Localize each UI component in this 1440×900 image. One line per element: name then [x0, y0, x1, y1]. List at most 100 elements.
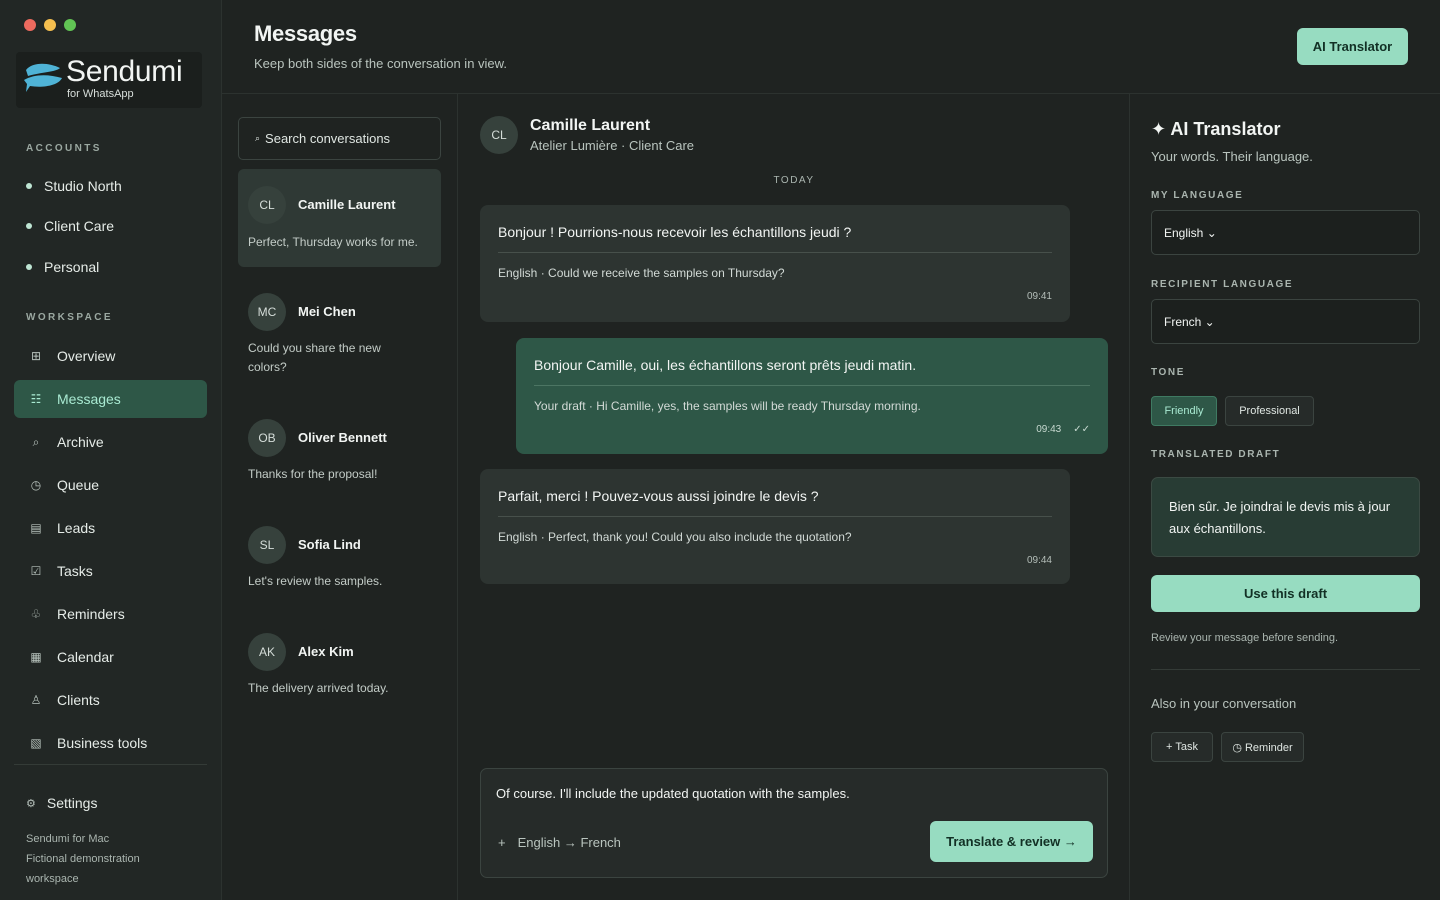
zoom-window-button[interactable]	[64, 19, 76, 31]
add-reminder-button[interactable]: ◷ Reminder	[1221, 732, 1304, 762]
accounts-section-label: ACCOUNTS	[26, 143, 102, 154]
chat-pane: CL Camille Laurent Atelier Lumière · Cli…	[458, 94, 1130, 900]
search-icon: ⌕	[255, 133, 261, 143]
message-composer[interactable]: Of course. I'll include the updated quot…	[480, 768, 1108, 878]
conversation-item-sofia-lind[interactable]: SL Sofia Lind Let's review the samples.	[238, 509, 441, 609]
page-header: Messages Keep both sides of the conversa…	[222, 0, 1440, 94]
avatar: MC	[248, 293, 286, 331]
message-text: Parfait, merci ! Pouvez-vous aussi joind…	[498, 488, 819, 504]
my-language-label: MY LANGUAGE	[1151, 190, 1244, 201]
nav-item-overview[interactable]: ⊞ Overview	[14, 337, 207, 375]
conversation-preview: Let's review the samples.	[248, 574, 383, 588]
account-dot-icon	[26, 264, 32, 270]
conversation-item-alex-kim[interactable]: AK Alex Kim The delivery arrived today.	[238, 616, 441, 716]
account-label: Client Care	[44, 218, 115, 234]
avatar: AK	[248, 633, 286, 671]
conversation-name: Alex Kim	[298, 644, 354, 659]
nav-label: Messages	[57, 391, 121, 407]
close-window-button[interactable]	[24, 19, 36, 31]
account-studio-north[interactable]: Studio North	[26, 176, 122, 196]
translated-draft-box: Bien sûr. Je joindrai le devis mis à jou…	[1151, 477, 1420, 557]
message-bubble-incoming: Parfait, merci ! Pouvez-vous aussi joind…	[480, 469, 1070, 584]
nav-item-messages[interactable]: ☷ Messages	[14, 380, 207, 418]
conversation-item-camille-laurent[interactable]: CL Camille Laurent Perfect, Thursday wor…	[238, 169, 441, 267]
ai-translator-panel: ✦ AI Translator Your words. Their langua…	[1131, 94, 1440, 900]
calendar-icon: ▦	[30, 650, 42, 664]
nav-label: Business tools	[57, 735, 148, 751]
panel-subtitle: Your words. Their language.	[1151, 149, 1313, 164]
translate-review-button[interactable]: Translate & review →	[930, 821, 1093, 862]
message-time: 09:43	[1036, 424, 1062, 435]
also-in-conversation-label: Also in your conversation	[1151, 696, 1297, 711]
message-divider	[534, 385, 1090, 386]
nav-label: Queue	[57, 477, 100, 493]
sidebar-divider	[14, 764, 207, 765]
message-divider	[498, 516, 1052, 517]
language-pair-label: English → French	[517, 835, 621, 850]
conversation-item-mei-chen[interactable]: MC Mei Chen Could you share the new colo…	[238, 276, 441, 386]
add-attachment-icon[interactable]: +	[498, 835, 506, 850]
account-personal[interactable]: Personal	[26, 257, 99, 277]
workspace-section-label: WORKSPACE	[26, 312, 113, 323]
account-label: Personal	[44, 259, 100, 275]
checkbox-icon: ☑	[30, 564, 42, 578]
panel-divider	[1151, 669, 1420, 670]
minimize-window-button[interactable]	[44, 19, 56, 31]
conversation-list: ⌕ Search conversations CL Camille Lauren…	[222, 94, 458, 900]
app-name: Sendumi	[66, 55, 183, 88]
avatar: CL	[248, 186, 286, 224]
panel-title: ✦ AI Translator	[1151, 119, 1281, 139]
contact-meta: Atelier Lumière · Client Care	[530, 138, 695, 153]
person-icon: ♙	[30, 693, 42, 707]
nav-item-reminders[interactable]: ♧ Reminders	[14, 595, 207, 633]
nav-item-queue[interactable]: ◷ Queue	[14, 466, 207, 504]
nav-item-business-tools[interactable]: ▧ Business tools	[14, 724, 207, 762]
conversation-preview: Thanks for the proposal!	[248, 467, 378, 481]
gear-icon: ⚙	[26, 797, 36, 810]
my-language-select[interactable]: English ⌄	[1151, 210, 1420, 255]
nav-item-calendar[interactable]: ▦ Calendar	[14, 638, 207, 676]
read-receipt-icon: ✓✓	[1073, 424, 1090, 435]
conversation-name: Oliver Bennett	[298, 430, 387, 445]
tone-label: TONE	[1151, 367, 1185, 378]
nav-label: Calendar	[57, 649, 114, 665]
tone-professional-button[interactable]: Professional	[1225, 396, 1314, 426]
composer-input[interactable]: Of course. I'll include the updated quot…	[496, 786, 850, 801]
use-draft-button[interactable]: Use this draft	[1151, 575, 1420, 612]
clock-icon: ◷	[30, 478, 42, 492]
message-translation: English · Could we receive the samples o…	[498, 266, 785, 280]
composer-language-pair[interactable]: + English → French	[498, 835, 621, 850]
tools-icon: ▧	[30, 736, 42, 750]
ai-translator-button[interactable]: AI Translator	[1297, 28, 1408, 65]
recipient-language-select[interactable]: French ⌄	[1151, 299, 1420, 344]
avatar: OB	[248, 419, 286, 457]
window-controls	[24, 19, 76, 31]
add-task-button[interactable]: + Task	[1151, 732, 1213, 762]
list-icon: ☷	[30, 392, 42, 406]
table-icon: ▤	[30, 521, 42, 535]
chat-bubble-logo-icon	[24, 63, 62, 92]
conversation-preview: The delivery arrived today.	[248, 681, 389, 695]
footer-line: Fictional demonstration	[26, 853, 140, 865]
sidebar: Sendumi for WhatsApp ACCOUNTS Studio Nor…	[0, 0, 222, 900]
message-time: 09:41	[1026, 291, 1052, 302]
nav-item-leads[interactable]: ▤ Leads	[14, 509, 207, 547]
message-bubble-incoming: Bonjour ! Pourrions-nous recevoir les éc…	[480, 205, 1070, 322]
settings-label: Settings	[46, 795, 98, 811]
conversation-item-oliver-bennett[interactable]: OB Oliver Bennett Thanks for the proposa…	[238, 402, 441, 502]
day-divider: TODAY	[773, 175, 815, 186]
message-translation: Your draft · Hi Camille, yes, the sample…	[534, 399, 921, 413]
nav-item-archive[interactable]: ⌕ Archive	[14, 423, 207, 461]
settings-button[interactable]: ⚙ Settings	[26, 795, 97, 811]
tone-friendly-button[interactable]: Friendly	[1151, 396, 1217, 426]
conversation-name: Mei Chen	[298, 304, 356, 319]
message-bubble-outgoing: Bonjour Camille, oui, les échantillons s…	[516, 338, 1108, 454]
nav-label: Overview	[57, 348, 116, 364]
nav-item-tasks[interactable]: ☑ Tasks	[14, 552, 207, 590]
nav-item-clients[interactable]: ♙ Clients	[14, 681, 207, 719]
page-title: Messages	[254, 21, 357, 46]
search-input[interactable]: ⌕ Search conversations	[238, 117, 441, 160]
account-client-care[interactable]: Client Care	[26, 216, 114, 236]
nav-label: Archive	[57, 434, 104, 450]
translated-draft-text: Bien sûr. Je joindrai le devis mis à jou…	[1169, 499, 1391, 536]
